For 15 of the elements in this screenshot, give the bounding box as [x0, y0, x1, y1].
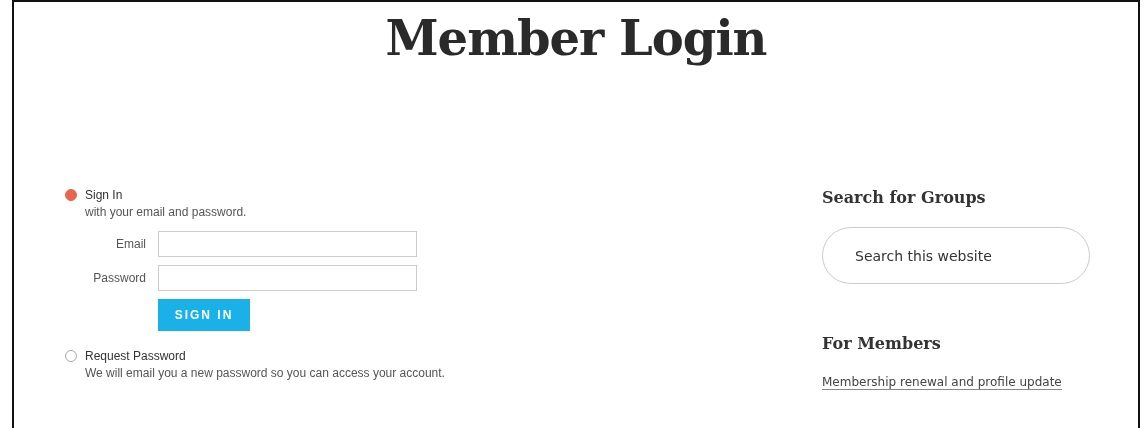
membership-link[interactable]: Membership renewal and profile update [822, 375, 1062, 390]
page-title: Member Login [384, 9, 768, 68]
option-description: with your email and password. [85, 205, 248, 219]
option-description: We will email you a new password so you can access your account. [85, 366, 446, 380]
sidebar-heading: Search for Groups [822, 188, 987, 207]
radio-button[interactable] [65, 350, 77, 362]
option-label: Sign In [85, 188, 123, 202]
radio-button[interactable] [65, 189, 77, 201]
field-label: Password [92, 271, 146, 285]
input-field[interactable] [158, 265, 417, 291]
field-label: Email [115, 237, 146, 251]
search-field[interactable]: Search this website [822, 227, 1090, 284]
option-label: Request Password [85, 349, 186, 363]
sidebar-heading: For Members [822, 334, 942, 353]
input-field[interactable] [158, 231, 417, 257]
